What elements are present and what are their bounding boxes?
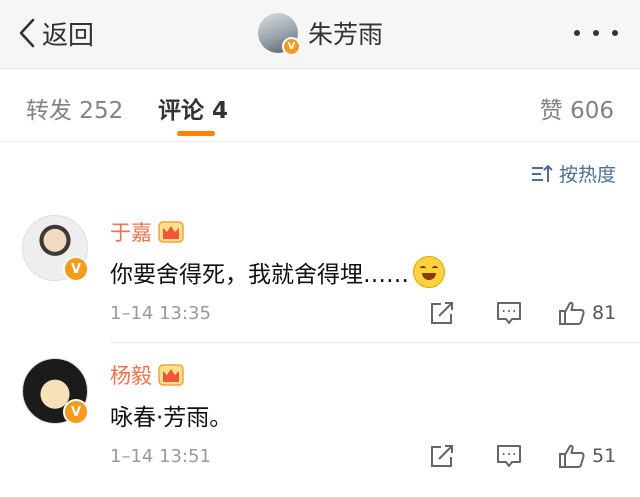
divider bbox=[110, 342, 640, 343]
like-button[interactable]: 81 bbox=[558, 299, 616, 327]
tab-reposts[interactable]: 转发 252 bbox=[26, 91, 123, 125]
comment-icon bbox=[497, 445, 521, 467]
thumbs-up-icon bbox=[559, 444, 585, 468]
comment-text: 咏春·芳雨。 bbox=[110, 398, 232, 432]
share-button[interactable] bbox=[428, 442, 456, 474]
avatar[interactable]: V bbox=[22, 358, 89, 425]
comment-author[interactable]: 于嘉 bbox=[110, 217, 152, 247]
chevron-left-icon bbox=[19, 18, 35, 48]
like-count: 51 bbox=[592, 445, 617, 467]
comment-author[interactable]: 杨毅 bbox=[110, 360, 152, 390]
tab-comments[interactable]: 评论 4 bbox=[158, 91, 228, 125]
dot bbox=[574, 30, 580, 36]
dot bbox=[612, 30, 618, 36]
verified-badge-icon: V bbox=[63, 399, 89, 425]
avatar[interactable]: V bbox=[258, 13, 301, 56]
tab-likes[interactable]: 赞 606 bbox=[540, 91, 614, 125]
sort-label: 按热度 bbox=[558, 164, 616, 186]
comment-header: 杨毅 bbox=[110, 360, 184, 390]
comment-body: 咏春·芳雨。 bbox=[110, 405, 233, 431]
reply-button[interactable] bbox=[495, 442, 523, 474]
nav-bar: 返回 V 朱芳雨 bbox=[0, 0, 640, 69]
page-title: 朱芳雨 bbox=[308, 20, 384, 49]
dot bbox=[593, 30, 599, 36]
avatar[interactable]: V bbox=[22, 215, 89, 282]
comment-text: 你要舍得死，我就舍得埋…… bbox=[110, 255, 445, 289]
comment-body: 你要舍得死，我就舍得埋…… bbox=[110, 262, 409, 288]
thumbs-up-icon bbox=[559, 301, 585, 325]
comment-header: 于嘉 bbox=[110, 217, 184, 247]
active-tab-indicator bbox=[177, 131, 215, 136]
verified-badge-icon: V bbox=[282, 37, 301, 56]
laughing-tears-emoji-icon bbox=[413, 256, 445, 288]
crown-icon bbox=[158, 364, 184, 386]
share-icon bbox=[431, 302, 453, 324]
like-button[interactable]: 51 bbox=[558, 442, 616, 470]
share-button[interactable] bbox=[428, 299, 456, 331]
tab-bar: 转发 252 评论 4 赞 606 bbox=[0, 69, 640, 142]
back-button[interactable]: 返回 bbox=[18, 16, 95, 51]
back-label: 返回 bbox=[42, 20, 95, 51]
comment-timestamp: 1–14 13:35 bbox=[110, 303, 211, 324]
comment-icon bbox=[497, 302, 521, 324]
comment-timestamp: 1–14 13:51 bbox=[110, 446, 211, 467]
sort-button[interactable]: 按热度 bbox=[531, 160, 616, 187]
more-options-icon[interactable] bbox=[574, 26, 618, 40]
reply-button[interactable] bbox=[495, 299, 523, 331]
share-icon bbox=[431, 445, 453, 467]
sort-icon bbox=[531, 164, 553, 182]
crown-icon bbox=[158, 221, 184, 243]
like-count: 81 bbox=[592, 302, 617, 324]
verified-badge-icon: V bbox=[63, 256, 89, 282]
nav-profile[interactable]: V 朱芳雨 bbox=[258, 12, 384, 56]
